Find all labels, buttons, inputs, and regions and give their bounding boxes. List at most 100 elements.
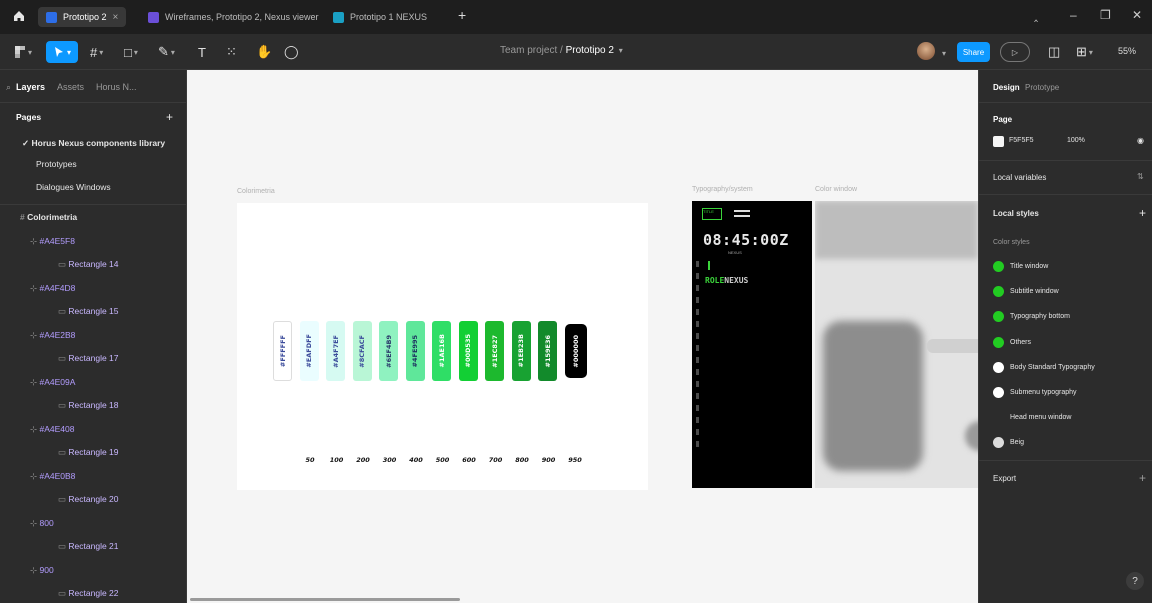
frame-label-color-window[interactable]: Color window: [815, 186, 857, 193]
pen-icon: ✎: [158, 44, 169, 59]
text-tool-button[interactable]: T: [198, 43, 206, 61]
color-swatch[interactable]: #1EB23B: [511, 321, 531, 381]
add-page-button[interactable]: +: [166, 110, 176, 124]
color-window-frame[interactable]: [815, 201, 978, 488]
breadcrumb-file[interactable]: Prototipo 2: [566, 45, 614, 56]
tab-wireframes[interactable]: Wireframes, Prototipo 2, Nexus viewer: [140, 7, 327, 27]
color-swatch[interactable]: #FFFFFF: [273, 321, 292, 381]
frame-label-colorimetria[interactable]: Colorimetria: [237, 188, 275, 195]
color-swatch[interactable]: #8CFACF: [352, 321, 372, 381]
color-style-item[interactable]: Typography bottom: [1010, 313, 1070, 320]
color-swatch[interactable]: #1AE16B: [432, 321, 451, 381]
tab-assets[interactable]: Assets: [57, 82, 84, 92]
color-style-item[interactable]: Beig: [1010, 439, 1024, 446]
share-button[interactable]: Share: [957, 42, 990, 62]
swatch-hex-label: #4FE995: [411, 334, 419, 368]
pen-tool-button[interactable]: ✎ ▾: [158, 43, 175, 61]
comment-tool-button[interactable]: ◯: [284, 43, 299, 61]
tab-library[interactable]: Horus N...: [96, 82, 137, 92]
tab-layers[interactable]: Layers: [16, 82, 45, 92]
move-tool-button[interactable]: ▾: [46, 41, 78, 63]
color-style-item[interactable]: Submenu typography: [1010, 389, 1077, 396]
horizontal-scrollbar[interactable]: [190, 598, 460, 601]
color-swatch[interactable]: #000000: [564, 324, 587, 378]
layer-label: 900: [39, 564, 54, 575]
chevron-down-icon[interactable]: ▾: [619, 46, 623, 55]
resources-button[interactable]: ⁙: [226, 43, 237, 61]
resources-icon: ⁙: [226, 44, 237, 59]
new-tab-button[interactable]: +: [458, 7, 466, 23]
chevron-down-icon[interactable]: ▾: [942, 49, 946, 58]
phone-logo: TITLE: [702, 208, 722, 220]
page-item-library[interactable]: ✓ Horus Nexus components library: [22, 138, 209, 149]
breadcrumb-project[interactable]: Team project: [500, 45, 557, 56]
close-tab-icon[interactable]: ×: [113, 12, 119, 23]
page-opacity-value[interactable]: 100%: [1067, 137, 1085, 144]
zoom-level[interactable]: 55%: [1118, 46, 1136, 56]
minimize-button[interactable]: –: [1070, 8, 1077, 22]
tab-prototipo-1[interactable]: Prototipo 1 NEXUS: [325, 7, 435, 27]
eye-icon[interactable]: ◉: [1137, 136, 1144, 145]
add-export-button[interactable]: +: [1139, 471, 1146, 485]
tab-label: Prototipo 2: [63, 12, 107, 22]
blurred-circle: [965, 421, 978, 451]
chevron-up-icon[interactable]: ‸: [1034, 8, 1038, 22]
style-color-dot: [993, 311, 1004, 323]
layers-panel: ⌕ Layers Assets Horus N... Pages + ✓ Hor…: [0, 70, 187, 603]
library-icon[interactable]: ◫: [1048, 43, 1060, 61]
add-style-button[interactable]: +: [1139, 206, 1146, 220]
color-style-item[interactable]: Head menu window: [1010, 414, 1071, 421]
color-swatch[interactable]: #EAFDFF: [299, 321, 319, 381]
color-swatch[interactable]: #159E36: [538, 321, 557, 381]
layer-frame[interactable]: # Colorimetria: [20, 212, 207, 222]
swatch-hex-label: #6EF4B9: [384, 334, 393, 368]
layer-label: Rectangle 15: [68, 306, 119, 316]
color-swatch[interactable]: #1EC827: [485, 321, 504, 381]
divider: [979, 460, 1152, 461]
color-swatch[interactable]: #A4F7EF: [326, 321, 345, 381]
main-menu-button[interactable]: ▾: [14, 43, 32, 61]
phone-clock-sub: NEXUS: [728, 250, 742, 255]
color-swatch[interactable]: #4FE995: [405, 321, 425, 381]
local-variables[interactable]: Local variables: [993, 173, 1046, 182]
maximize-button[interactable]: ❐: [1100, 8, 1111, 22]
avatar[interactable]: [917, 42, 935, 60]
local-styles-header: Local styles: [993, 209, 1039, 218]
variables-icon[interactable]: ⇅: [1137, 172, 1144, 181]
shape-tool-button[interactable]: □ ▾: [124, 43, 138, 61]
color-swatch[interactable]: #00D535: [458, 321, 478, 381]
hand-tool-button[interactable]: ✋: [256, 43, 272, 61]
color-styles-header: Color styles: [993, 239, 1030, 246]
layer-label: Colorimetria: [27, 212, 78, 222]
phone-frame[interactable]: TITLE 08:45:00Z NEXUS ROLENEXUS: [692, 201, 812, 488]
frame-label-typography[interactable]: Typography/system: [692, 186, 753, 193]
figma-file-icon: [333, 11, 344, 23]
shade-label: 800: [515, 456, 529, 464]
tab-label: Wireframes, Prototipo 2, Nexus viewer: [165, 12, 319, 22]
tab-prototype[interactable]: Prototype: [1025, 83, 1059, 92]
color-style-item[interactable]: Title window: [1010, 263, 1048, 270]
present-button[interactable]: ▷: [1000, 42, 1030, 62]
color-swatch[interactable]: #6EF4B9: [379, 321, 398, 381]
comment-icon: ◯: [284, 44, 299, 59]
cursor-icon: [54, 47, 63, 57]
swatch-hex-label: #1AE16B: [437, 334, 446, 368]
frame-tool-button[interactable]: # ▾: [90, 43, 103, 61]
close-window-button[interactable]: ✕: [1132, 8, 1142, 22]
help-button[interactable]: ?: [1126, 572, 1144, 590]
color-style-item[interactable]: Body Standard Typography: [1010, 364, 1095, 371]
page-color-swatch[interactable]: [993, 136, 1004, 147]
color-style-item[interactable]: Others: [1010, 339, 1031, 346]
tab-design[interactable]: Design: [993, 83, 1020, 92]
hand-icon: ✋: [256, 44, 273, 59]
layer-label: Rectangle 22: [68, 588, 119, 598]
canvas[interactable]: Colorimetria Typography/system Color win…: [187, 70, 978, 603]
style-color-dot: [993, 336, 1004, 348]
home-icon[interactable]: [12, 9, 26, 23]
tab-prototipo-2[interactable]: Prototipo 2 ×: [38, 7, 127, 27]
view-settings-button[interactable]: ⊞ ▾: [1076, 43, 1093, 61]
search-icon[interactable]: ⌕: [6, 82, 11, 93]
page-color-value[interactable]: F5F5F5: [1009, 137, 1034, 144]
color-style-item[interactable]: Subtitle window: [1010, 288, 1059, 295]
swatch-hex-label: #8CFACF: [358, 334, 366, 368]
